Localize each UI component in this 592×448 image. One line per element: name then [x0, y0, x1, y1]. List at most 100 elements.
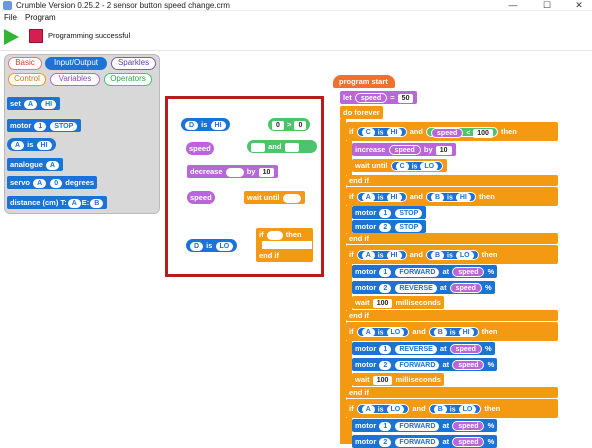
menu-file[interactable]: File: [4, 11, 17, 25]
motor-2-stop-block[interactable]: motor 2 STOP: [352, 220, 427, 233]
category-input-output[interactable]: Input/Output: [45, 57, 107, 70]
motor-1-forward-block[interactable]: motor 1 FORWARD at speed %: [352, 265, 498, 278]
motor-number-field[interactable]: 2: [379, 437, 392, 447]
play-icon[interactable]: [4, 29, 19, 45]
direction-field[interactable]: FORWARD: [395, 421, 440, 431]
variable-field[interactable]: speed: [449, 344, 482, 355]
palette-motor-block[interactable]: motor 1 STOP: [7, 119, 82, 132]
float-speed-variable-2[interactable]: speed: [187, 191, 215, 204]
value-field[interactable]: LO: [455, 251, 474, 261]
direction-field[interactable]: FORWARD: [395, 267, 440, 277]
category-control[interactable]: Control: [8, 73, 46, 86]
if-block-2[interactable]: if A is HI and B is HI then: [346, 187, 558, 206]
category-variables[interactable]: Variables: [50, 73, 100, 86]
pin-field[interactable]: A: [361, 405, 375, 415]
category-operators[interactable]: Operators: [104, 73, 152, 86]
float-d-is-hi-block[interactable]: D is HI: [181, 118, 230, 131]
end-if-2[interactable]: end if: [346, 233, 558, 244]
palette-distance-block[interactable]: distance (cm) T: A E: B: [7, 196, 108, 209]
motor-2-forward-block[interactable]: motor 2 FORWARD at speed %: [352, 358, 498, 371]
float-speed-variable[interactable]: speed: [186, 142, 214, 155]
if-block-5[interactable]: if A is LO and B is LO then: [346, 399, 558, 418]
motor-1-forward-block-2[interactable]: motor 1 FORWARD at speed %: [352, 419, 498, 432]
pin-field[interactable]: B: [431, 193, 445, 203]
do-forever-block[interactable]: do forever: [340, 106, 383, 119]
value-field[interactable]: HI: [386, 251, 402, 261]
float-wait-until-block[interactable]: wait until: [244, 191, 305, 204]
end-if-1[interactable]: end if: [346, 175, 558, 186]
number-field[interactable]: 100: [473, 128, 493, 138]
pin-field[interactable]: A: [361, 328, 375, 338]
motor-2-reverse-block[interactable]: motor 2 REVERSE at speed %: [352, 281, 495, 294]
pin-field[interactable]: C: [361, 128, 375, 138]
variable-field[interactable]: speed: [452, 437, 485, 448]
pin-field[interactable]: A: [11, 140, 25, 150]
motor-2-forward-block-2[interactable]: motor 2 FORWARD at speed %: [352, 435, 498, 448]
float-decrease-block[interactable]: decrease by 10: [187, 165, 279, 178]
palette-pin-is-block[interactable]: A is HI: [7, 138, 56, 151]
variable-field[interactable]: speed: [354, 93, 388, 104]
variable-field[interactable]: speed: [431, 128, 464, 139]
variable-field[interactable]: speed: [452, 360, 485, 371]
value-field[interactable]: HI: [36, 140, 52, 150]
variable-field[interactable]: speed: [452, 267, 485, 278]
pin-field[interactable]: A: [361, 193, 375, 203]
pin-field[interactable]: A: [46, 160, 60, 170]
variable-field[interactable]: speed: [452, 421, 485, 432]
direction-field[interactable]: REVERSE: [395, 344, 437, 354]
category-basic[interactable]: Basic: [8, 57, 42, 70]
direction-field[interactable]: REVERSE: [395, 283, 437, 293]
motor-number-field[interactable]: 1: [379, 421, 392, 431]
left-field[interactable]: 0: [272, 120, 284, 130]
program-start-block[interactable]: program start: [333, 75, 395, 88]
motor-state-field[interactable]: STOP: [395, 222, 423, 232]
echo-pin-field[interactable]: B: [90, 198, 104, 208]
right-field[interactable]: 0: [294, 120, 307, 130]
direction-field[interactable]: FORWARD: [395, 360, 440, 370]
pin-field[interactable]: B: [431, 251, 445, 261]
motor-state-field[interactable]: STOP: [395, 208, 423, 218]
condition-slot[interactable]: [266, 230, 283, 240]
menu-program[interactable]: Program: [25, 11, 56, 25]
variable-slot[interactable]: [225, 167, 244, 177]
stop-icon[interactable]: [29, 29, 43, 43]
condition-slot[interactable]: [282, 193, 301, 203]
and-right-slot[interactable]: [284, 142, 299, 152]
motor-number-field[interactable]: 2: [379, 222, 392, 232]
float-and-block[interactable]: and: [247, 140, 317, 153]
ms-field[interactable]: 100: [372, 375, 393, 385]
value-field[interactable]: HI: [455, 193, 471, 203]
pin-field[interactable]: B: [433, 328, 447, 338]
motor-number-field[interactable]: 1: [379, 208, 392, 218]
ms-field[interactable]: 100: [372, 298, 393, 308]
if-block-4[interactable]: if A is LO and B is HI then: [346, 322, 558, 341]
value-field[interactable]: HI: [386, 128, 402, 138]
end-if-3[interactable]: end if: [346, 310, 558, 321]
value-field[interactable]: 50: [397, 93, 414, 103]
value-field[interactable]: HI: [458, 328, 474, 338]
motor-number-field[interactable]: 1: [379, 267, 392, 277]
palette-analogue-block[interactable]: analogue A: [7, 158, 64, 171]
pin-field[interactable]: A: [361, 251, 375, 261]
motor-1-reverse-block[interactable]: motor 1 REVERSE at speed %: [352, 342, 495, 355]
direction-field[interactable]: FORWARD: [395, 437, 440, 447]
motor-state-field[interactable]: STOP: [50, 121, 78, 131]
float-d-is-lo-block[interactable]: D is LO: [186, 239, 238, 252]
maximize-button[interactable]: ☐: [536, 0, 558, 11]
value-field[interactable]: HI: [41, 99, 57, 109]
amount-field[interactable]: 10: [258, 167, 275, 177]
end-if-4[interactable]: end if: [346, 387, 558, 398]
minimize-button[interactable]: —: [502, 0, 524, 11]
wait-until-block[interactable]: wait until C is LO: [352, 159, 448, 172]
float-compare-block[interactable]: 0 > 0: [268, 118, 311, 131]
pin-field[interactable]: B: [433, 405, 447, 415]
pin-field[interactable]: D: [185, 120, 199, 130]
value-field[interactable]: LO: [458, 405, 477, 415]
motor-number-field[interactable]: 1: [34, 121, 47, 131]
pin-field[interactable]: A: [23, 99, 37, 109]
value-field[interactable]: LO: [420, 162, 439, 172]
motor-number-field[interactable]: 2: [379, 283, 392, 293]
variable-field[interactable]: speed: [388, 145, 421, 156]
palette-servo-block[interactable]: servo A 0 degrees: [7, 176, 98, 189]
amount-field[interactable]: 10: [435, 145, 452, 155]
